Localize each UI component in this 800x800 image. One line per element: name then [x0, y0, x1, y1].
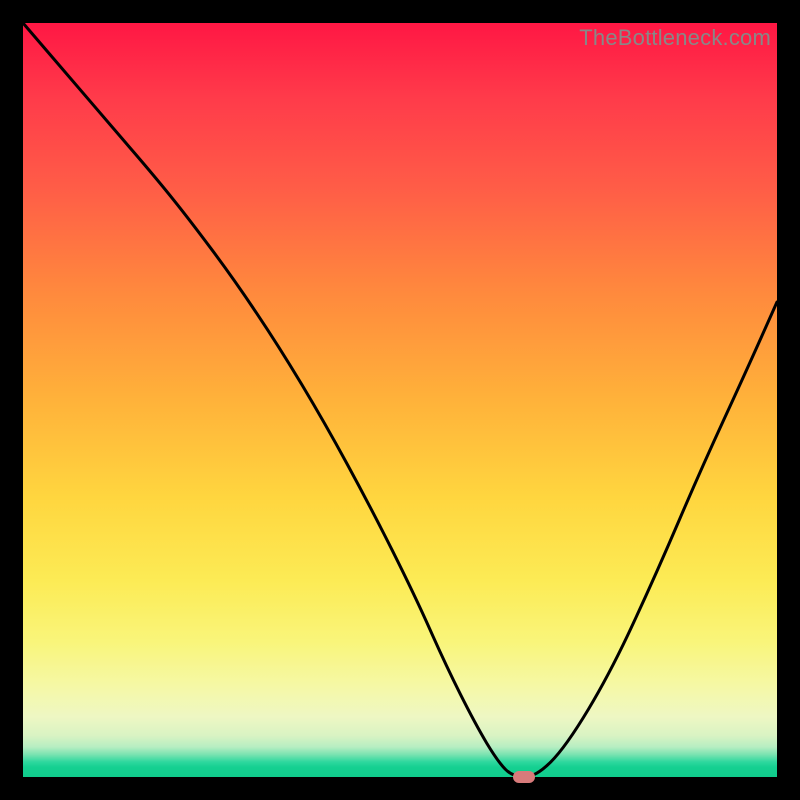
bottleneck-curve [23, 23, 777, 777]
plot-area: TheBottleneck.com [23, 23, 777, 777]
chart-frame: TheBottleneck.com [0, 0, 800, 800]
optimum-marker [513, 771, 535, 783]
curve-path [23, 23, 777, 777]
